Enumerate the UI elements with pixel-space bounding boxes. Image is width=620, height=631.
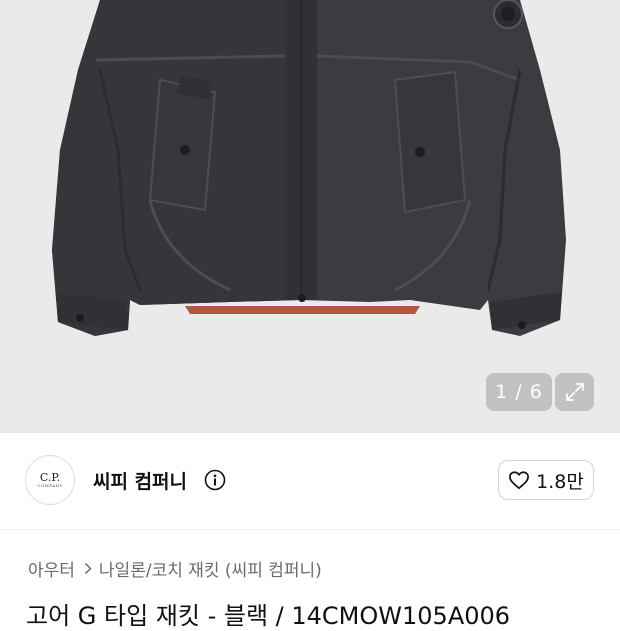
product-title: 고어 G 타입 재킷 - 블랙 / 14CMOW105A006 [26,602,511,630]
brand-name[interactable]: 씨피 컴퍼니 [93,467,187,494]
info-icon[interactable] [204,469,226,491]
brand-row: C.P. COMPANY 씨피 컴퍼니 1.8만 [0,433,620,530]
breadcrumb-item-category[interactable]: 나일론/코치 재킷 (씨피 컴퍼니) [99,556,322,581]
product-image[interactable] [0,0,620,433]
breadcrumb: 아우터 나일론/코치 재킷 (씨피 컴퍼니) [28,556,322,581]
expand-button[interactable] [555,373,594,411]
brand-logo[interactable]: C.P. COMPANY [25,455,75,505]
image-counter: 1 / 6 [486,373,552,411]
product-image-gallery[interactable]: 1 / 6 [0,0,620,433]
brand-logo-subtext: COMPANY [37,482,63,488]
like-count: 1.8만 [536,470,584,493]
brand-logo-text: C.P. [39,470,61,484]
expand-icon [565,383,584,401]
breadcrumb-item-outer[interactable]: 아우터 [28,556,75,581]
heart-icon [509,471,530,490]
like-button[interactable]: 1.8만 [498,460,594,500]
chevron-right-icon [84,562,92,575]
